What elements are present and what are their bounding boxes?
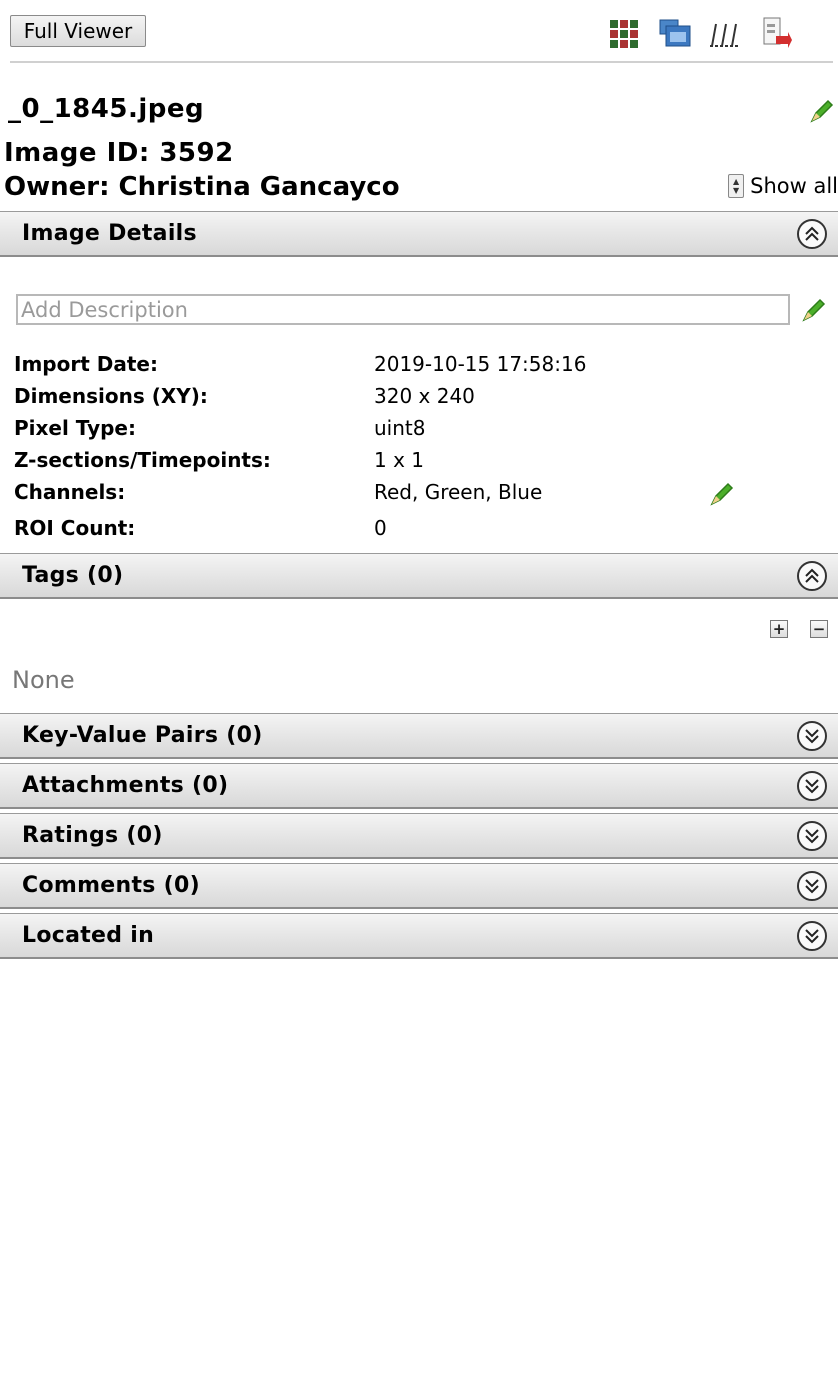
detail-value: uint8 (374, 416, 426, 440)
toolbar-divider (10, 61, 833, 63)
edit-name-pencil-icon[interactable] (808, 97, 836, 125)
description-input[interactable]: Add Description (16, 294, 790, 325)
export-icon[interactable] (758, 16, 792, 50)
detail-value: Red, Green, Blue (374, 480, 543, 504)
collapse-icon[interactable] (797, 561, 827, 591)
tags-empty-text: None (12, 666, 75, 694)
detail-value: 0 (374, 516, 387, 540)
spinner-arrows-icon[interactable]: ▲ ▼ (728, 174, 745, 198)
grid-view-icon[interactable] (608, 16, 642, 50)
section-title: Located in (22, 923, 155, 948)
measure-icon[interactable] (708, 16, 742, 50)
file-name: _0_1845.jpeg (8, 94, 205, 124)
edit-channels-pencil-icon[interactable] (708, 480, 736, 508)
expand-icon[interactable] (797, 771, 827, 801)
section-key-value-pairs[interactable]: Key-Value Pairs (0) (0, 713, 838, 759)
detail-value: 320 x 240 (374, 384, 475, 408)
edit-description-pencil-icon[interactable] (800, 296, 828, 324)
show-all-label: Show all (750, 174, 838, 198)
image-metadata-panel: Full Viewer _0_1845.jpeg Image ID: 3592 … (0, 0, 838, 1380)
add-tag-button[interactable]: + (770, 620, 788, 638)
detail-key: Import Date: (14, 352, 158, 376)
expand-icon[interactable] (797, 871, 827, 901)
full-viewer-button[interactable]: Full Viewer (10, 15, 146, 47)
open-folder-icon[interactable] (658, 16, 692, 50)
detail-key: Pixel Type: (14, 416, 136, 440)
section-attachments[interactable]: Attachments (0) (0, 763, 838, 809)
show-all-toggle[interactable]: ▲ ▼ Show all (728, 174, 838, 198)
section-title: Attachments (0) (22, 773, 229, 798)
section-ratings[interactable]: Ratings (0) (0, 813, 838, 859)
detail-value: 2019-10-15 17:58:16 (374, 352, 587, 376)
detail-key: ROI Count: (14, 516, 136, 540)
detail-value: 1 x 1 (374, 448, 424, 472)
section-title: Image Details (22, 221, 197, 246)
section-located-in[interactable]: Located in (0, 913, 838, 959)
section-comments[interactable]: Comments (0) (0, 863, 838, 909)
section-title: Key-Value Pairs (0) (22, 723, 263, 748)
detail-key: Dimensions (XY): (14, 384, 208, 408)
section-image-details[interactable]: Image Details (0, 211, 838, 257)
detail-key: Channels: (14, 480, 126, 504)
section-title: Ratings (0) (22, 823, 163, 848)
section-title: Comments (0) (22, 873, 200, 898)
image-id: Image ID: 3592 (4, 138, 234, 168)
remove-tag-button[interactable]: − (810, 620, 828, 638)
expand-icon[interactable] (797, 721, 827, 751)
section-title: Tags (0) (22, 563, 124, 588)
section-tags[interactable]: Tags (0) (0, 553, 838, 599)
collapse-icon[interactable] (797, 219, 827, 249)
expand-icon[interactable] (797, 821, 827, 851)
detail-key: Z-sections/Timepoints: (14, 448, 271, 472)
owner: Owner: Christina Gancayco (4, 172, 400, 202)
expand-icon[interactable] (797, 921, 827, 951)
